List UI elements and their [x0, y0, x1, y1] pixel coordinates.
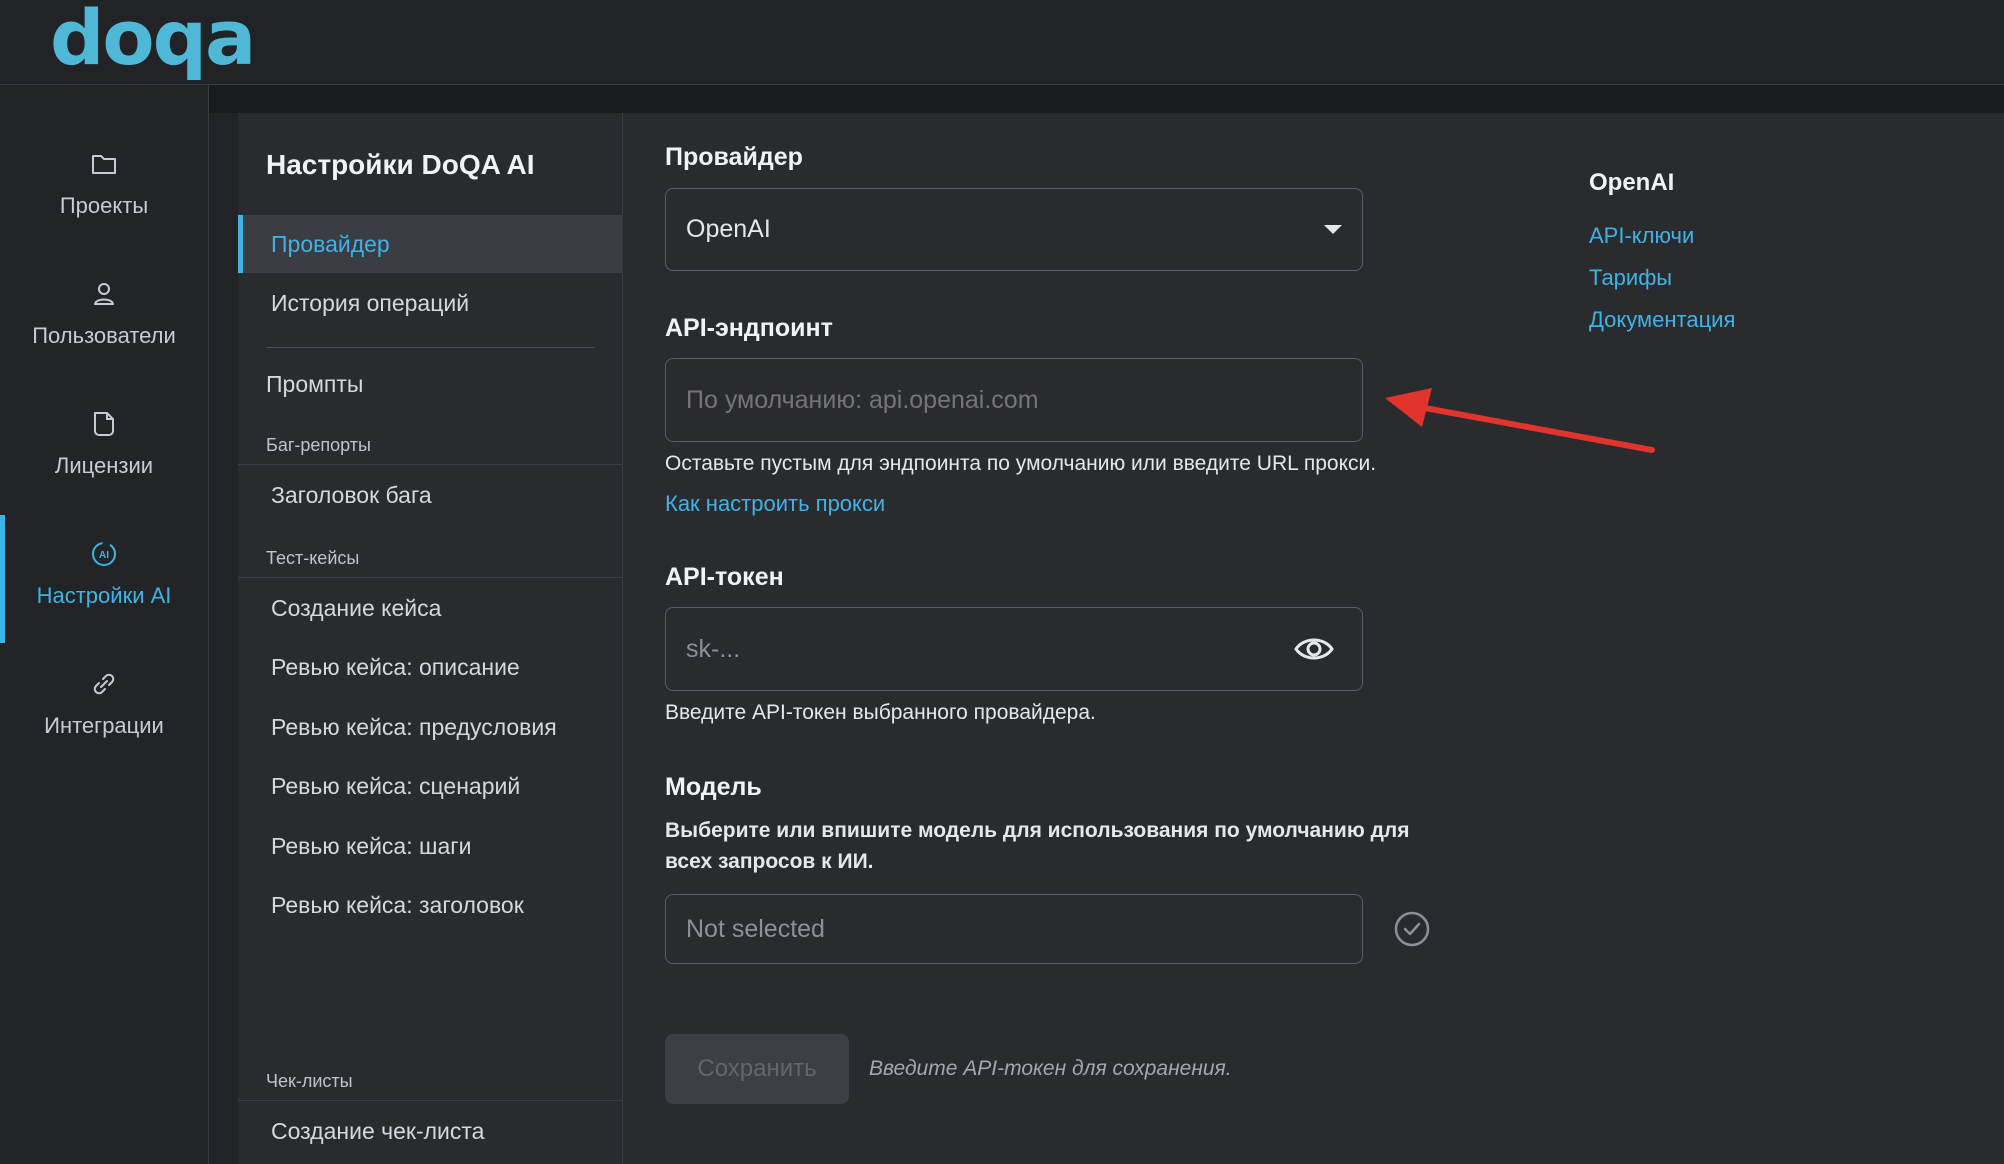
user-icon	[94, 283, 114, 305]
settings-form: Провайдер OpenAI API-эндпоинт Оставьте п…	[623, 113, 2004, 1164]
svg-text:AI: AI	[99, 550, 109, 561]
model-value: Not selected	[686, 915, 825, 943]
settings-nav-prompts-heading: Промпты	[266, 371, 364, 397]
content-top-strip	[209, 85, 2004, 113]
endpoint-input[interactable]	[665, 358, 1363, 442]
save-hint: Введите API-токен для сохранения.	[869, 1057, 1232, 1080]
settings-nav-item-case-create[interactable]: Создание кейса	[238, 579, 622, 637]
settings-nav-item-review-scenario[interactable]: Ревью кейса: сценарий	[238, 757, 622, 815]
endpoint-hint: Оставьте пустым для эндпоинта по умолчан…	[665, 452, 1377, 475]
model-label: Модель	[665, 773, 762, 801]
token-label: API-токен	[665, 563, 784, 591]
token-placeholder: sk-...	[686, 635, 741, 663]
settings-nav-item-checklist-create[interactable]: Создание чек-листа	[238, 1102, 622, 1160]
nav-item-label: Лицензии	[54, 453, 154, 478]
settings-nav-item-review-steps[interactable]: Ревью кейса: шаги	[238, 817, 622, 875]
api-keys-link[interactable]: API-ключи	[1589, 223, 1694, 249]
divider	[266, 347, 594, 348]
proxy-help-link[interactable]: Как настроить прокси	[665, 491, 885, 517]
divider	[238, 1100, 622, 1101]
folder-icon	[92, 155, 116, 174]
nav-item-label: Пользователи	[32, 323, 176, 348]
nav-item-users[interactable]: Пользователи	[0, 255, 208, 375]
provider-label: Провайдер	[665, 143, 803, 171]
pricing-link[interactable]: Тарифы	[1589, 265, 1672, 291]
caret-down-icon	[1324, 225, 1342, 234]
nav-item-projects[interactable]: Проекты	[0, 125, 208, 245]
nav-item-label: Настройки AI	[36, 583, 172, 608]
model-hint-line1: Выберите или впишите модель для использо…	[665, 819, 1410, 842]
settings-nav-item-review-preconditions[interactable]: Ревью кейса: предусловия	[238, 698, 622, 756]
left-nav: Проекты Пользователи Лицензии AI Настрой…	[0, 85, 209, 1164]
settings-nav-item-review-description[interactable]: Ревью кейса: описание	[238, 638, 622, 696]
settings-nav-title: Настройки DoQA AI	[266, 149, 535, 180]
ai-icon: AI	[92, 542, 116, 566]
model-combobox[interactable]: Not selected	[665, 894, 1363, 964]
eye-icon[interactable]	[1294, 634, 1334, 664]
nav-item-licenses[interactable]: Лицензии	[0, 385, 208, 505]
provider-links-title: OpenAI	[1589, 169, 1675, 196]
divider	[238, 577, 622, 578]
license-icon	[94, 412, 114, 436]
settings-nav-group-checklists: Чек-листы	[266, 1071, 353, 1091]
settings-nav: Настройки DoQA AI Провайдер История опер…	[238, 113, 623, 1164]
settings-nav-group-testcases: Тест-кейсы	[266, 548, 360, 568]
settings-nav-item-provider[interactable]: Провайдер	[238, 215, 622, 273]
settings-nav-item-bug-title[interactable]: Заголовок бага	[238, 466, 622, 524]
documentation-link[interactable]: Документация	[1589, 307, 1735, 333]
token-hint: Введите API-токен выбранного провайдера.	[665, 701, 1096, 724]
endpoint-label: API-эндпоинт	[665, 314, 833, 342]
model-hint-line2: всех запросов к ИИ.	[665, 850, 874, 873]
nav-item-integrations[interactable]: Интеграции	[0, 645, 208, 765]
settings-nav-item-history[interactable]: История операций	[238, 274, 622, 332]
divider	[238, 464, 622, 465]
settings-nav-item-review-title[interactable]: Ревью кейса: заголовок	[238, 876, 622, 934]
doqa-logo[interactable]: doqa	[50, 0, 256, 76]
check-circle-icon[interactable]	[1394, 911, 1430, 947]
provider-select-value: OpenAI	[686, 215, 771, 243]
token-input[interactable]: sk-...	[665, 607, 1363, 691]
settings-nav-group-bugs: Баг-репорты	[266, 435, 371, 455]
link-icon	[93, 673, 115, 695]
top-bar: doqa	[0, 0, 2004, 85]
nav-item-label: Интеграции	[44, 713, 164, 738]
nav-item-label: Проекты	[59, 193, 149, 218]
nav-item-ai-settings[interactable]: AI Настройки AI	[0, 515, 208, 643]
save-button[interactable]: Сохранить	[665, 1034, 849, 1104]
provider-select[interactable]: OpenAI	[665, 188, 1363, 271]
